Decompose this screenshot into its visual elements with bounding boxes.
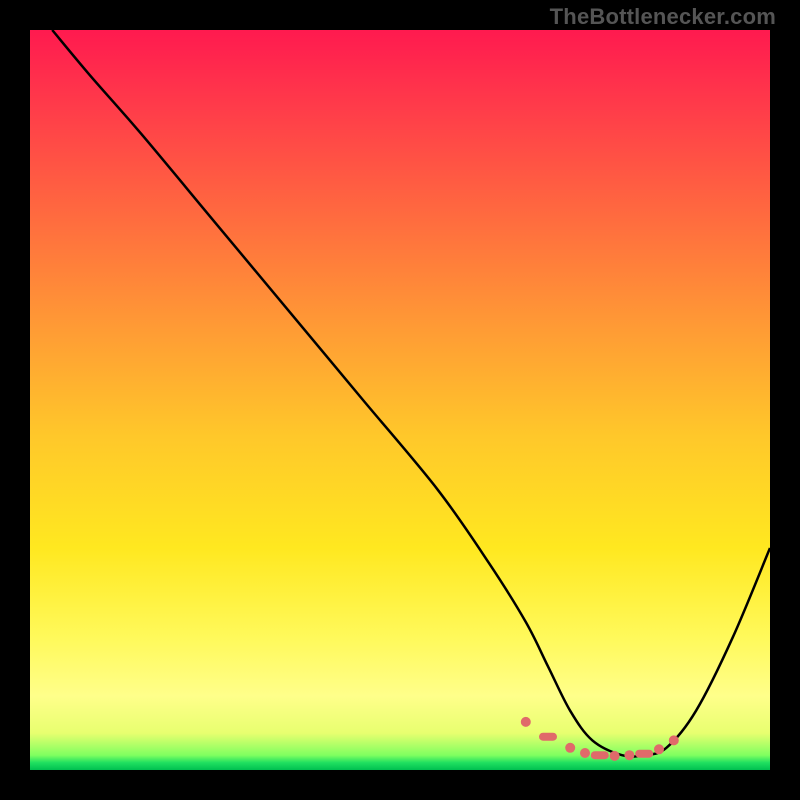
marker xyxy=(521,717,531,727)
marker xyxy=(565,743,575,753)
marker xyxy=(580,748,590,758)
marker xyxy=(591,751,609,759)
attribution-label: TheBottlenecker.com xyxy=(550,4,776,30)
chart-container: TheBottlenecker.com xyxy=(0,0,800,800)
plot-area xyxy=(30,30,770,770)
marker xyxy=(610,751,620,761)
curve-svg xyxy=(30,30,770,770)
marker xyxy=(669,735,679,745)
bottleneck-curve xyxy=(52,30,770,757)
marker xyxy=(654,744,664,754)
marker xyxy=(539,733,557,741)
marker xyxy=(635,750,653,758)
marker xyxy=(624,750,634,760)
